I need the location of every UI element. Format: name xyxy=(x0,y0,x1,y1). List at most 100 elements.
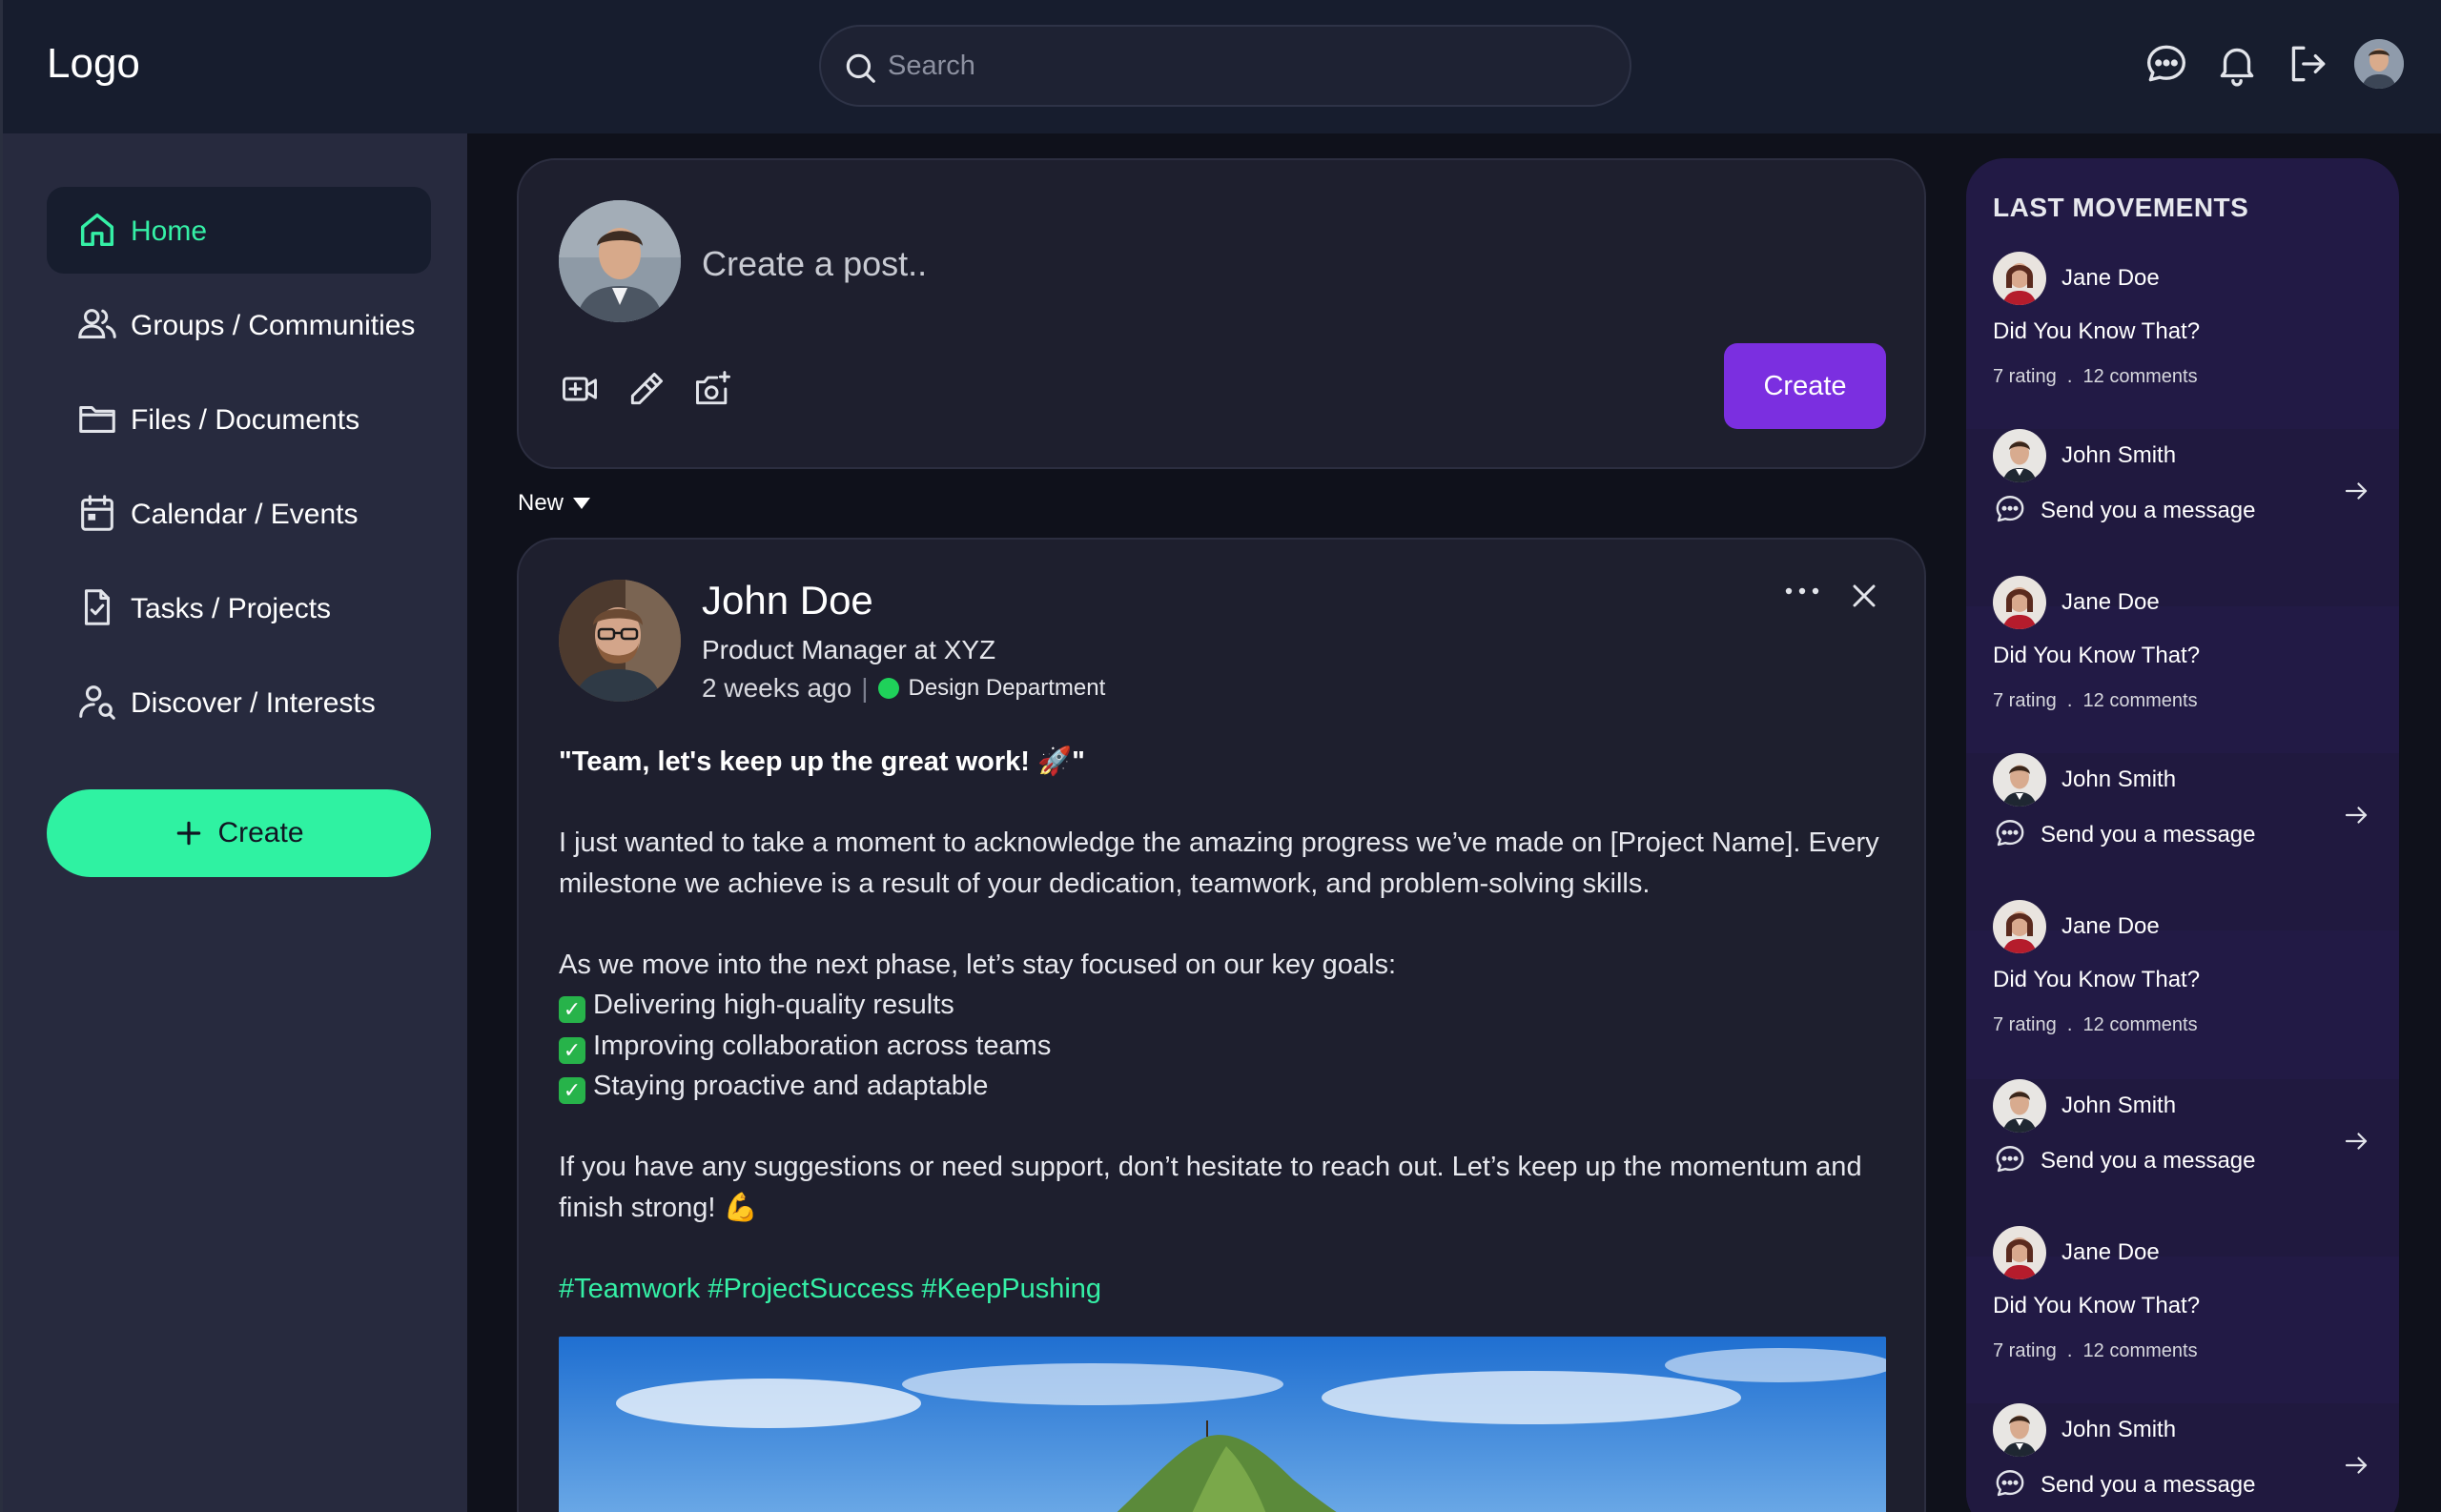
movement-user-name: John Smith xyxy=(2062,442,2177,468)
movement-message-item[interactable]: John Smith Send you a message xyxy=(1966,1403,2399,1512)
movement-rating: 7 rating xyxy=(1993,1340,2057,1361)
panel-title: LAST MOVEMENTS xyxy=(1993,193,2249,222)
folder-icon xyxy=(79,405,115,433)
movement-message-text: Send you a message xyxy=(2041,498,2256,523)
sidebar-create-button[interactable]: Create xyxy=(47,789,431,877)
sidebar-item-tasks[interactable]: Tasks / Projects xyxy=(47,564,431,651)
movement-stats: 7 rating . 12 comments xyxy=(1993,1014,2198,1036)
movement-stats: 7 rating . 12 comments xyxy=(1993,690,2198,712)
search-input[interactable] xyxy=(888,27,1593,105)
sidebar-item-files[interactable]: Files / Documents xyxy=(47,376,431,462)
close-icon[interactable] xyxy=(1850,582,1878,610)
bell-icon[interactable] xyxy=(2213,40,2261,88)
post-time: 2 weeks ago xyxy=(702,673,852,703)
more-options-icon[interactable] xyxy=(1783,578,1821,604)
movement-comments: 12 comments xyxy=(2082,690,2198,711)
movement-post-title: Did You Know That? xyxy=(1993,643,2201,668)
movement-avatar xyxy=(1993,429,2046,482)
movement-post-item[interactable]: Jane Doe Did You Know That? 7 rating . 12 … xyxy=(1966,252,2399,429)
movement-avatar xyxy=(1993,576,2046,629)
movement-comments: 12 comments xyxy=(2082,366,2198,387)
search-bar[interactable] xyxy=(819,25,1631,107)
check-icon: ✓ xyxy=(559,1077,585,1104)
movement-user-name: John Smith xyxy=(2062,1417,2177,1442)
user-avatar[interactable] xyxy=(2354,39,2404,89)
movement-comments: 12 comments xyxy=(2082,1014,2198,1035)
movement-avatar xyxy=(1993,1403,2046,1457)
camera-add-icon[interactable] xyxy=(692,368,734,410)
top-bar: Logo xyxy=(0,0,2441,133)
composer-input[interactable]: Create a post.. xyxy=(702,244,927,284)
sort-dropdown[interactable]: New xyxy=(518,490,591,517)
movement-avatar xyxy=(1993,900,2046,953)
goal-item: Improving collaboration across teams xyxy=(593,1030,1052,1061)
movement-message-text: Send you a message xyxy=(2041,822,2256,848)
movement-rating: 7 rating xyxy=(1993,1014,2057,1035)
sidebar-item-label: Home xyxy=(131,215,208,247)
post-department[interactable]: Design Department xyxy=(909,675,1106,702)
post-image[interactable] xyxy=(559,1337,1886,1512)
goal-item: Delivering high-quality results xyxy=(593,990,954,1020)
movement-post-title: Did You Know That? xyxy=(1993,1293,2201,1318)
sidebar-item-home[interactable]: Home xyxy=(47,187,431,274)
movement-user-name: Jane Doe xyxy=(2062,913,2160,939)
movement-stats: 7 rating . 12 comments xyxy=(1993,366,2198,388)
create-button-label: Create xyxy=(217,817,304,848)
arrow-right-icon[interactable] xyxy=(2342,477,2370,503)
arrow-right-icon[interactable] xyxy=(2342,801,2370,828)
movement-message-text: Send you a message xyxy=(2041,1472,2256,1498)
caret-down-icon xyxy=(573,498,591,509)
movement-message-text: Send you a message xyxy=(2041,1148,2256,1174)
composer-create-button[interactable]: Create xyxy=(1724,343,1886,429)
sidebar-item-label: Tasks / Projects xyxy=(131,593,332,624)
arrow-right-icon[interactable] xyxy=(2342,1127,2370,1154)
user-search-icon xyxy=(79,685,115,720)
chat-icon xyxy=(1993,816,2027,850)
movement-post-item[interactable]: Jane Doe Did You Know That? 7 rating . 12 … xyxy=(1966,576,2399,753)
post-meta: 2 weeks ago | Design Department xyxy=(702,673,1105,704)
meta-separator: | xyxy=(861,673,869,703)
pen-icon[interactable] xyxy=(626,368,667,410)
movement-avatar xyxy=(1993,753,2046,807)
post-card: John Doe Product Manager at XYZ 2 weeks … xyxy=(517,538,1926,1512)
post-author-role: Product Manager at XYZ xyxy=(702,635,996,664)
stats-separator: . xyxy=(2066,1340,2073,1361)
movement-rating: 7 rating xyxy=(1993,690,2057,711)
movement-avatar xyxy=(1993,252,2046,305)
post-author-name[interactable]: John Doe xyxy=(702,578,873,623)
stats-separator: . xyxy=(2066,1014,2073,1035)
arrow-right-icon[interactable] xyxy=(2342,1451,2370,1478)
sidebar-item-discover[interactable]: Discover / Interests xyxy=(47,659,431,746)
app-root: Logo Home Groups / Communities Files / D… xyxy=(0,0,2441,1512)
post-hashtags[interactable]: #Teamwork #ProjectSuccess #KeepPushing xyxy=(559,1269,1894,1310)
movement-post-title: Did You Know That? xyxy=(1993,318,2201,344)
sidebar-item-label: Discover / Interests xyxy=(131,687,376,719)
logo[interactable]: Logo xyxy=(47,40,140,88)
check-icon: ✓ xyxy=(559,996,585,1023)
chat-icon xyxy=(1993,1142,2027,1176)
sidebar: Home Groups / Communities Files / Docume… xyxy=(0,133,467,1512)
sidebar-item-calendar[interactable]: Calendar / Events xyxy=(47,470,431,557)
stats-separator: . xyxy=(2066,690,2073,711)
sidebar-item-groups[interactable]: Groups / Communities xyxy=(47,281,431,368)
chat-icon xyxy=(1993,1466,2027,1501)
movement-post-item[interactable]: Jane Doe Did You Know That? 7 rating . 12 … xyxy=(1966,1226,2399,1403)
movement-post-item[interactable]: Jane Doe Did You Know That? 7 rating . 12 … xyxy=(1966,900,2399,1077)
goal-item: Staying proactive and adaptable xyxy=(593,1071,989,1101)
movement-stats: 7 rating . 12 comments xyxy=(1993,1340,2198,1362)
post-paragraph: I just wanted to take a moment to acknow… xyxy=(559,828,1879,899)
post-headline: "Team, let's keep up the great work! 🚀" xyxy=(559,746,1085,777)
movement-user-name: Jane Doe xyxy=(2062,1239,2160,1265)
post-author-avatar[interactable] xyxy=(559,580,681,702)
video-add-icon[interactable] xyxy=(559,368,601,410)
movement-avatar xyxy=(1993,1226,2046,1279)
movement-rating: 7 rating xyxy=(1993,366,2057,387)
stats-separator: . xyxy=(2066,366,2073,387)
movement-post-title: Did You Know That? xyxy=(1993,967,2201,992)
chat-icon[interactable] xyxy=(2143,40,2190,88)
post-body: "Team, let's keep up the great work! 🚀" … xyxy=(559,742,1894,1350)
logout-icon[interactable] xyxy=(2284,40,2331,88)
check-icon: ✓ xyxy=(559,1036,585,1064)
chat-icon xyxy=(1993,492,2027,526)
movement-user-name: John Smith xyxy=(2062,1093,2177,1118)
